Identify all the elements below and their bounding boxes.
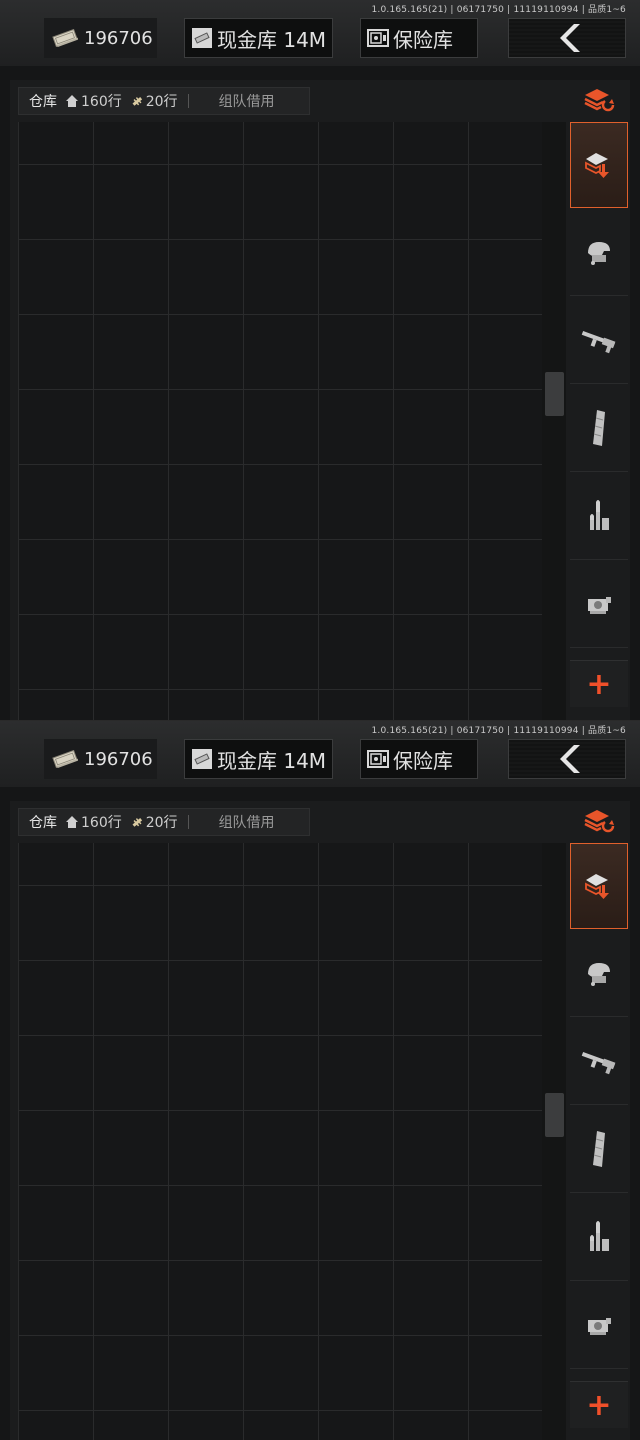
top-header: 1.0.165.165(21) | 06171750 | 11119110994… bbox=[0, 0, 640, 66]
cash-vault-button[interactable]: 现金库 14M bbox=[184, 18, 333, 58]
rifle-icon bbox=[581, 330, 616, 353]
scope-icon bbox=[588, 1317, 611, 1335]
scrollbar[interactable] bbox=[542, 122, 566, 720]
house-icon bbox=[66, 95, 78, 107]
safe-label: 保险库 bbox=[393, 27, 453, 52]
category-magazine[interactable] bbox=[570, 384, 628, 472]
back-button[interactable] bbox=[508, 739, 626, 779]
layers-refresh-icon bbox=[584, 810, 615, 833]
cash-stack-icon bbox=[52, 750, 78, 768]
cash-vault-label: 现金库 14M bbox=[217, 748, 327, 773]
rifle-icon bbox=[581, 1051, 616, 1074]
safe-icon bbox=[367, 29, 389, 47]
magazine-icon bbox=[593, 409, 605, 446]
ammo-icon bbox=[590, 499, 609, 530]
scrollbar-thumb[interactable] bbox=[545, 1093, 564, 1137]
team-borrow-tab[interactable]: 组队借用 bbox=[219, 812, 275, 832]
toolbar-divider bbox=[187, 94, 189, 108]
layers-refresh-icon bbox=[584, 89, 615, 112]
back-arrow-icon bbox=[560, 745, 580, 773]
category-ammo[interactable] bbox=[570, 1193, 628, 1281]
sort-refresh-button[interactable] bbox=[570, 801, 628, 841]
back-button[interactable] bbox=[508, 18, 626, 58]
inventory-grid[interactable] bbox=[18, 843, 543, 1440]
all-items-icon bbox=[585, 153, 609, 178]
warehouse-toolbar: 仓库 160行 20行 组队借用 bbox=[18, 87, 310, 115]
add-category-button[interactable]: + bbox=[570, 1381, 628, 1428]
safe-button[interactable]: 保险库 bbox=[360, 18, 478, 58]
currency-display[interactable]: 196706 bbox=[44, 18, 157, 58]
warehouse-panel: 仓库 160行 20行 组队借用 bbox=[10, 801, 630, 1440]
expand-key-icon bbox=[132, 97, 142, 106]
safe-label: 保险库 bbox=[393, 748, 453, 773]
category-weapon[interactable] bbox=[570, 1017, 628, 1105]
scrollbar-thumb[interactable] bbox=[545, 372, 564, 416]
warehouse-panel: 仓库 160行 20行 组队借用 bbox=[10, 80, 630, 720]
version-text: 1.0.165.165(21) | 06171750 | 11119110994… bbox=[371, 726, 626, 736]
category-gear[interactable] bbox=[570, 929, 628, 1017]
capacity-rows: 20行 bbox=[145, 94, 178, 110]
expand-key-icon bbox=[132, 818, 142, 827]
inventory-grid[interactable] bbox=[18, 122, 543, 720]
ammo-icon bbox=[590, 1220, 609, 1251]
safe-button[interactable]: 保险库 bbox=[360, 739, 478, 779]
cash-vault-icon bbox=[192, 749, 212, 769]
helmet-armor-icon bbox=[588, 241, 610, 265]
scrollbar[interactable] bbox=[542, 843, 566, 1440]
category-sidebar bbox=[570, 843, 628, 1369]
magazine-icon bbox=[593, 1130, 605, 1167]
house-icon bbox=[66, 816, 78, 828]
category-gear[interactable] bbox=[570, 208, 628, 296]
warehouse-tab[interactable]: 仓库 bbox=[29, 91, 57, 111]
total-rows: 160行 bbox=[81, 94, 122, 110]
warehouse-toolbar: 仓库 160行 20行 组队借用 bbox=[18, 808, 310, 836]
sort-refresh-button[interactable] bbox=[570, 80, 628, 120]
category-sidebar bbox=[570, 122, 628, 648]
currency-display[interactable]: 196706 bbox=[44, 739, 157, 779]
capacity-rows: 20行 bbox=[145, 815, 178, 831]
scope-icon bbox=[588, 596, 611, 614]
back-arrow-icon bbox=[560, 24, 580, 52]
category-all[interactable] bbox=[570, 122, 628, 208]
category-attachment[interactable] bbox=[570, 1281, 628, 1369]
cash-vault-button[interactable]: 现金库 14M bbox=[184, 739, 333, 779]
total-rows: 160行 bbox=[81, 815, 122, 831]
warehouse-screen-2: 1.0.165.165(21) | 06171750 | 11119110994… bbox=[0, 720, 640, 1440]
all-items-icon bbox=[585, 874, 609, 899]
helmet-armor-icon bbox=[588, 962, 610, 986]
category-all[interactable] bbox=[570, 843, 628, 929]
add-category-button[interactable]: + bbox=[570, 660, 628, 707]
toolbar-divider bbox=[187, 815, 189, 829]
category-weapon[interactable] bbox=[570, 296, 628, 384]
version-text: 1.0.165.165(21) | 06171750 | 11119110994… bbox=[371, 5, 626, 15]
currency-amount: 196706 bbox=[84, 748, 153, 770]
category-magazine[interactable] bbox=[570, 1105, 628, 1193]
cash-vault-icon bbox=[192, 28, 212, 48]
warehouse-tab[interactable]: 仓库 bbox=[29, 812, 57, 832]
currency-amount: 196706 bbox=[84, 27, 153, 49]
warehouse-screen-1: 1.0.165.165(21) | 06171750 | 11119110994… bbox=[0, 0, 640, 720]
safe-icon bbox=[367, 750, 389, 768]
category-ammo[interactable] bbox=[570, 472, 628, 560]
cash-vault-label: 现金库 14M bbox=[217, 27, 327, 52]
top-header: 1.0.165.165(21) | 06171750 | 11119110994… bbox=[0, 721, 640, 787]
cash-stack-icon bbox=[52, 29, 78, 47]
category-attachment[interactable] bbox=[570, 560, 628, 648]
team-borrow-tab[interactable]: 组队借用 bbox=[219, 91, 275, 111]
